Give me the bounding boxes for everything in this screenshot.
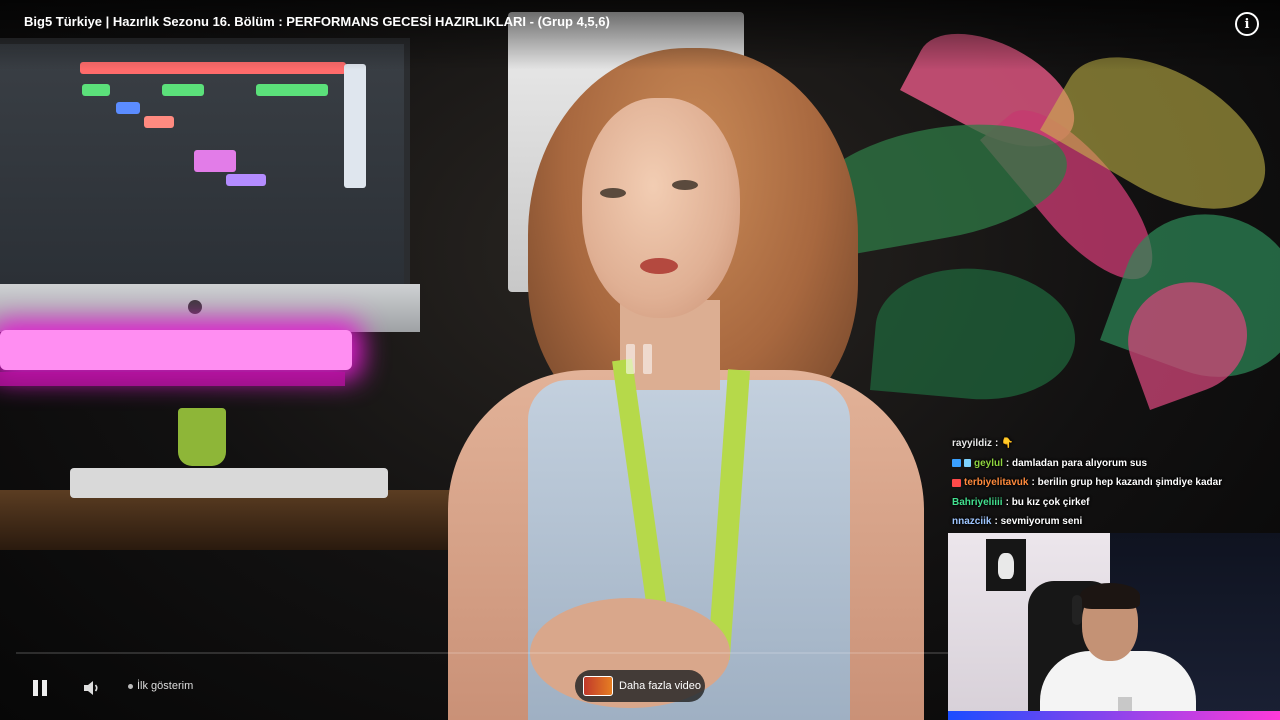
chat-text: bu kız çok çirkef [1011,496,1090,508]
neon-light [0,330,352,370]
video-title[interactable]: Big5 Türkiye | Hazırlık Sezonu 16. Bölüm… [24,14,610,29]
daw-block [226,174,266,186]
glass [178,408,226,466]
monitor-chin [0,284,420,332]
badge-icon [964,459,971,468]
daw-block [82,84,110,96]
daw-block [116,102,140,114]
info-icon-glyph: i [1244,16,1250,32]
led-strip [948,711,1280,720]
center-pause-icon [626,344,654,374]
chat-username: geylul [974,457,1003,469]
chat-text: 👇 [1001,438,1014,450]
chat-overlay: rayyildiz: 👇 geylul: damladan para alıyo… [952,434,1272,532]
daw-panel [344,64,366,188]
chat-text: berilin grup hep kazandı şimdiye kadar [1037,477,1223,489]
chat-message: terbiyelitavuk: berilin grup hep kazandı… [952,473,1272,493]
volume-icon [84,681,98,695]
chapter-label[interactable]: İlk gösterim [128,680,193,692]
person-eye [600,188,626,198]
neon-light-reflection [0,372,345,386]
daw-block [162,84,204,96]
badge-icon [952,478,961,487]
streamer-hair [1080,583,1140,609]
chat-message: nnazciik: sevmiyorum seni [952,512,1272,532]
desk [0,490,450,550]
webcam-poster-cat [998,553,1014,579]
person-eye [672,180,698,190]
video-thumbnail-icon [583,676,613,696]
chat-username: rayyildiz [952,438,993,450]
chat-message: geylul: damladan para alıyorum sus [952,454,1272,474]
chapter-dot-icon [128,683,133,689]
daw-block [256,84,328,96]
chat-username: terbiyelitavuk [964,477,1029,489]
chat-message: rayyildiz: 👇 [952,434,1272,454]
webcam-overlay [948,533,1280,720]
more-videos-button[interactable]: Daha fazla video [575,670,705,702]
person-mouth [640,258,678,274]
volume-button[interactable] [82,679,102,697]
chat-text: sevmiyorum seni [1000,516,1083,528]
video-player[interactable]: Big5 Türkiye | Hazırlık Sezonu 16. Bölüm… [0,0,1280,720]
apple-logo-icon [188,300,202,314]
chat-username: Bahriyeliiii [952,496,1003,508]
more-videos-label: Daha fazla video [619,680,701,692]
chapter-text: İlk gösterim [137,680,194,692]
info-icon[interactable]: i [1235,12,1259,36]
studio-monitor [0,38,410,290]
chat-message: Bahriyeliiii: bu kız çok çirkef [952,493,1272,513]
daw-block [144,116,174,128]
keyboard [70,468,388,498]
daw-block [194,150,236,172]
progress-bar[interactable] [16,652,948,654]
chat-username: nnazciik [952,516,992,528]
title-overlay [0,0,1280,70]
chat-text: damladan para alıyorum sus [1012,457,1148,469]
daw-screen [0,44,404,284]
pause-button[interactable] [30,678,50,698]
person-face [582,98,740,318]
badge-icon [952,459,961,468]
headset-icon [1072,595,1082,625]
